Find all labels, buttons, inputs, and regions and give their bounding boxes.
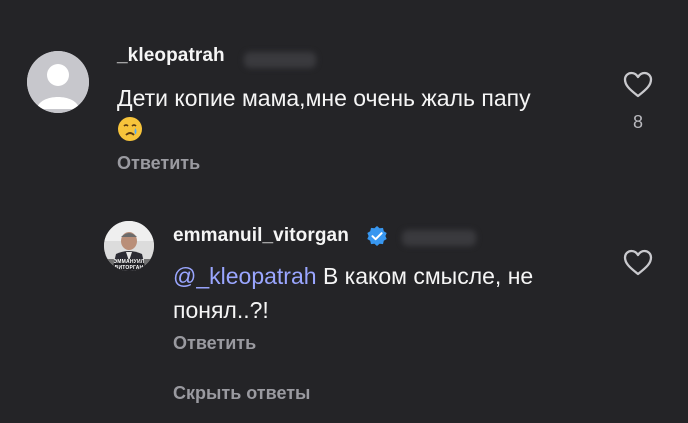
heart-outline-icon[interactable] <box>623 249 653 277</box>
comment-timestamp-blurred <box>244 52 316 68</box>
reply-text: @_kleopatrah В каком смысле, не понял..?… <box>173 259 593 327</box>
comment-reply-button[interactable]: Ответить <box>117 153 200 174</box>
comment-like-count: 8 <box>632 112 643 132</box>
default-avatar-icon[interactable] <box>27 51 89 113</box>
reply-mention-link[interactable]: @_kleopatrah <box>173 263 317 289</box>
reply-reply-button[interactable]: Ответить <box>173 333 256 354</box>
crying-face-emoji <box>118 117 142 141</box>
reply-avatar[interactable]: ЭММАНУИЛ ВИТОРГАН <box>104 221 154 271</box>
hide-replies-button[interactable]: Скрыть ответы <box>173 383 310 404</box>
avatar-caption: ЭММАНУИЛ ВИТОРГАН <box>113 259 145 271</box>
reply-username[interactable]: emmanuil_vitorgan <box>173 225 349 247</box>
heart-outline-icon[interactable] <box>623 71 653 99</box>
reply-timestamp-blurred <box>402 230 476 246</box>
comment-text: Дети копие мама,мне очень жаль папу <box>117 85 531 111</box>
comment-username[interactable]: _kleopatrah <box>117 45 225 67</box>
verified-badge-icon <box>367 226 387 246</box>
